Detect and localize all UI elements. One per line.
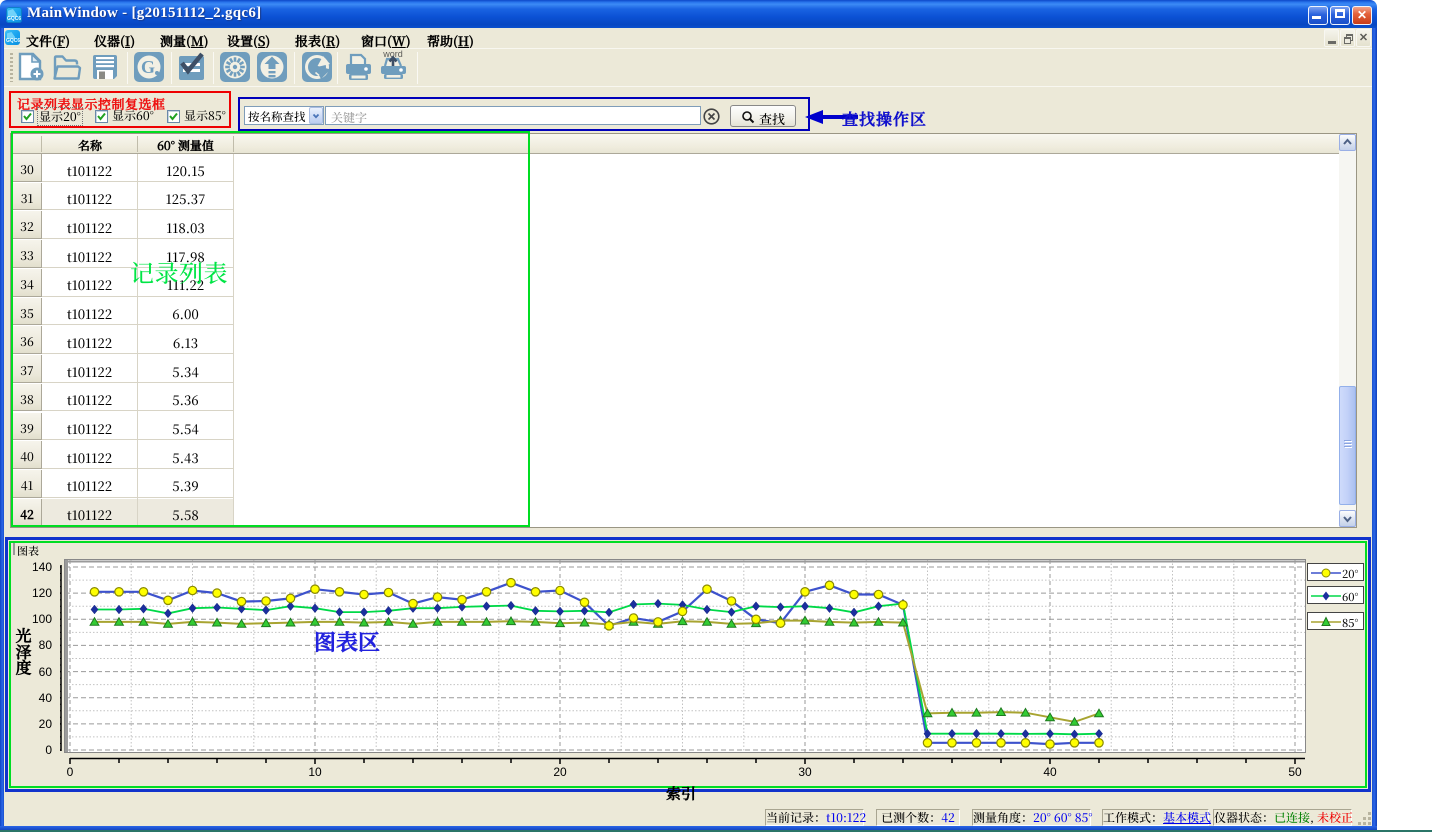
svg-text:G: G: [141, 57, 155, 77]
